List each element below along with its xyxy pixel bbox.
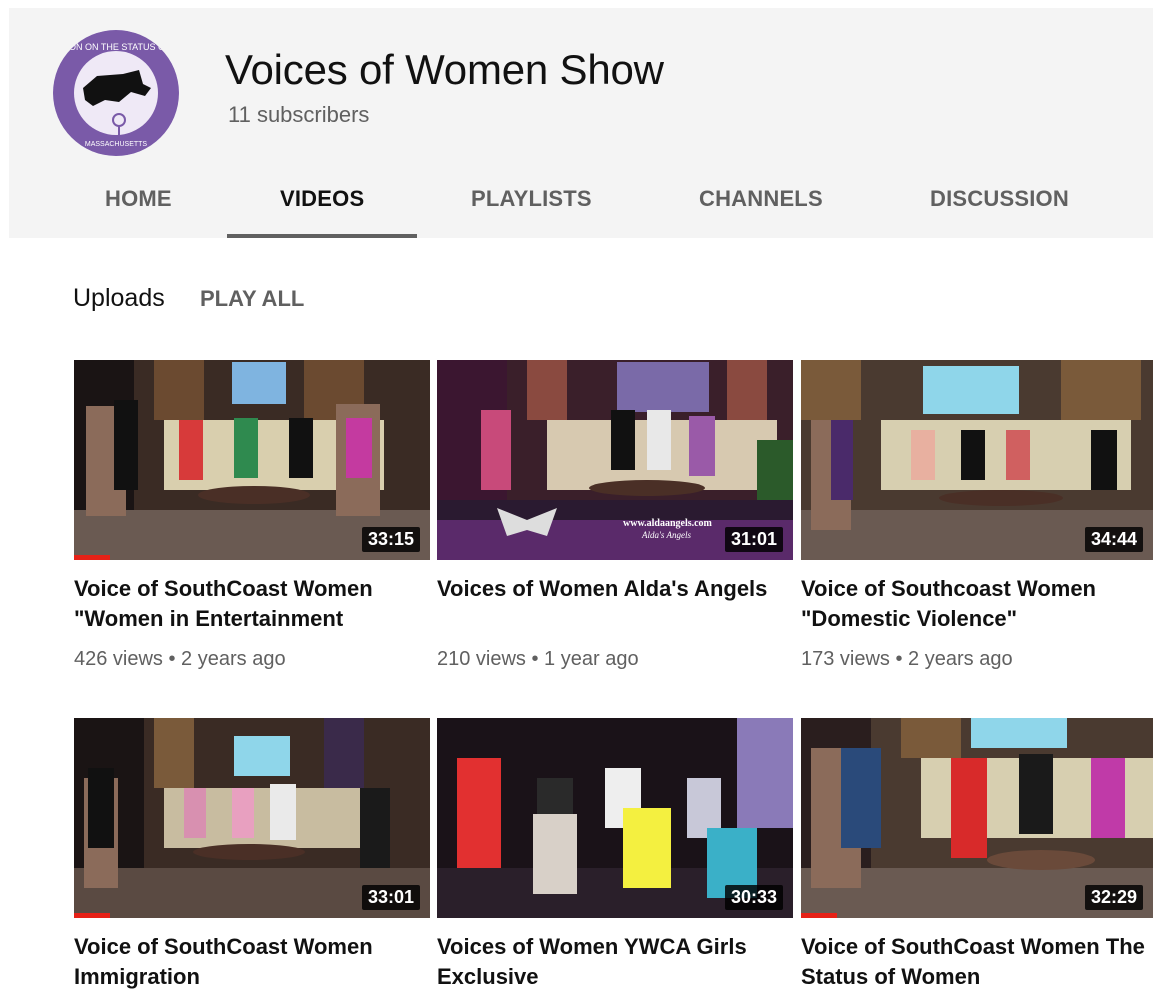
- video-meta: 210 views • 1 year ago: [437, 648, 639, 670]
- channel-logo[interactable]: COMMISSION ON THE STATUS OF WOMEN MASSAC…: [53, 30, 179, 156]
- video-title[interactable]: Voice of SouthCoast Women The Status of …: [801, 932, 1153, 992]
- video-thumbnail[interactable]: 34:44: [801, 360, 1153, 560]
- watch-progress-bar: [801, 913, 837, 918]
- channel-tabs: HOME VIDEOS PLAYLISTS CHANNELS DISCUSSIO…: [9, 170, 1153, 238]
- tab-playlists[interactable]: PLAYLISTS: [471, 186, 592, 212]
- video-thumbnail[interactable]: 32:29: [801, 718, 1153, 918]
- channel-header: COMMISSION ON THE STATUS OF WOMEN MASSAC…: [9, 8, 1153, 238]
- video-card[interactable]: 33:01 Voice of SouthCoast Women Immigrat…: [74, 718, 430, 989]
- logo-text-top: COMMISSION ON THE STATUS OF WOMEN: [53, 42, 179, 52]
- video-card[interactable]: 33:15 Voice of SouthCoast Women "Women i…: [74, 360, 430, 670]
- video-duration: 33:01: [361, 885, 420, 910]
- video-duration: 32:29: [1084, 885, 1143, 910]
- tab-discussion[interactable]: DISCUSSION: [930, 186, 1069, 212]
- play-all-button[interactable]: PLAY ALL: [200, 286, 304, 312]
- video-title[interactable]: Voices of Women Alda's Angels: [437, 574, 789, 604]
- video-meta: 173 views • 2 years ago: [801, 648, 1013, 670]
- watch-progress-bar: [74, 555, 110, 560]
- video-duration: 30:33: [724, 885, 783, 910]
- video-card[interactable]: 30:33 Voices of Women YWCA Girls Exclusi…: [437, 718, 793, 989]
- video-title[interactable]: Voice of Southcoast Women "Domestic Viol…: [801, 574, 1153, 634]
- video-card[interactable]: 34:44 Voice of Southcoast Women "Domesti…: [801, 360, 1153, 670]
- video-card[interactable]: 32:29 Voice of SouthCoast Women The Stat…: [801, 718, 1153, 989]
- video-duration: 34:44: [1084, 527, 1143, 552]
- channel-title: Voices of Women Show: [225, 46, 664, 93]
- section-title: Uploads: [73, 284, 165, 312]
- video-thumbnail[interactable]: www.aldaangels.com Alda's Angels 31:01: [437, 360, 793, 560]
- video-title[interactable]: Voices of Women YWCA Girls Exclusive: [437, 932, 789, 992]
- video-meta: 426 views • 2 years ago: [74, 648, 286, 670]
- tab-channels[interactable]: CHANNELS: [699, 186, 823, 212]
- video-duration: 33:15: [361, 527, 420, 552]
- overlay-url: www.aldaangels.com: [623, 518, 713, 529]
- video-title[interactable]: Voice of SouthCoast Women "Women in Ente…: [74, 574, 426, 634]
- video-card[interactable]: www.aldaangels.com Alda's Angels 31:01 V…: [437, 360, 793, 670]
- tab-videos[interactable]: VIDEOS: [280, 186, 364, 212]
- watch-progress-bar: [74, 913, 110, 918]
- logo-text-bottom: MASSACHUSETTS: [85, 141, 148, 148]
- tab-home[interactable]: HOME: [105, 186, 172, 212]
- video-title[interactable]: Voice of SouthCoast Women Immigration: [74, 932, 426, 992]
- video-duration: 31:01: [724, 527, 783, 552]
- video-thumbnail[interactable]: 30:33: [437, 718, 793, 918]
- video-thumbnail[interactable]: 33:15: [74, 360, 430, 560]
- active-tab-indicator: [227, 234, 417, 238]
- subscriber-count: 11 subscribers: [228, 102, 370, 127]
- video-thumbnail[interactable]: 33:01: [74, 718, 430, 918]
- overlay-name: Alda's Angels: [641, 530, 692, 540]
